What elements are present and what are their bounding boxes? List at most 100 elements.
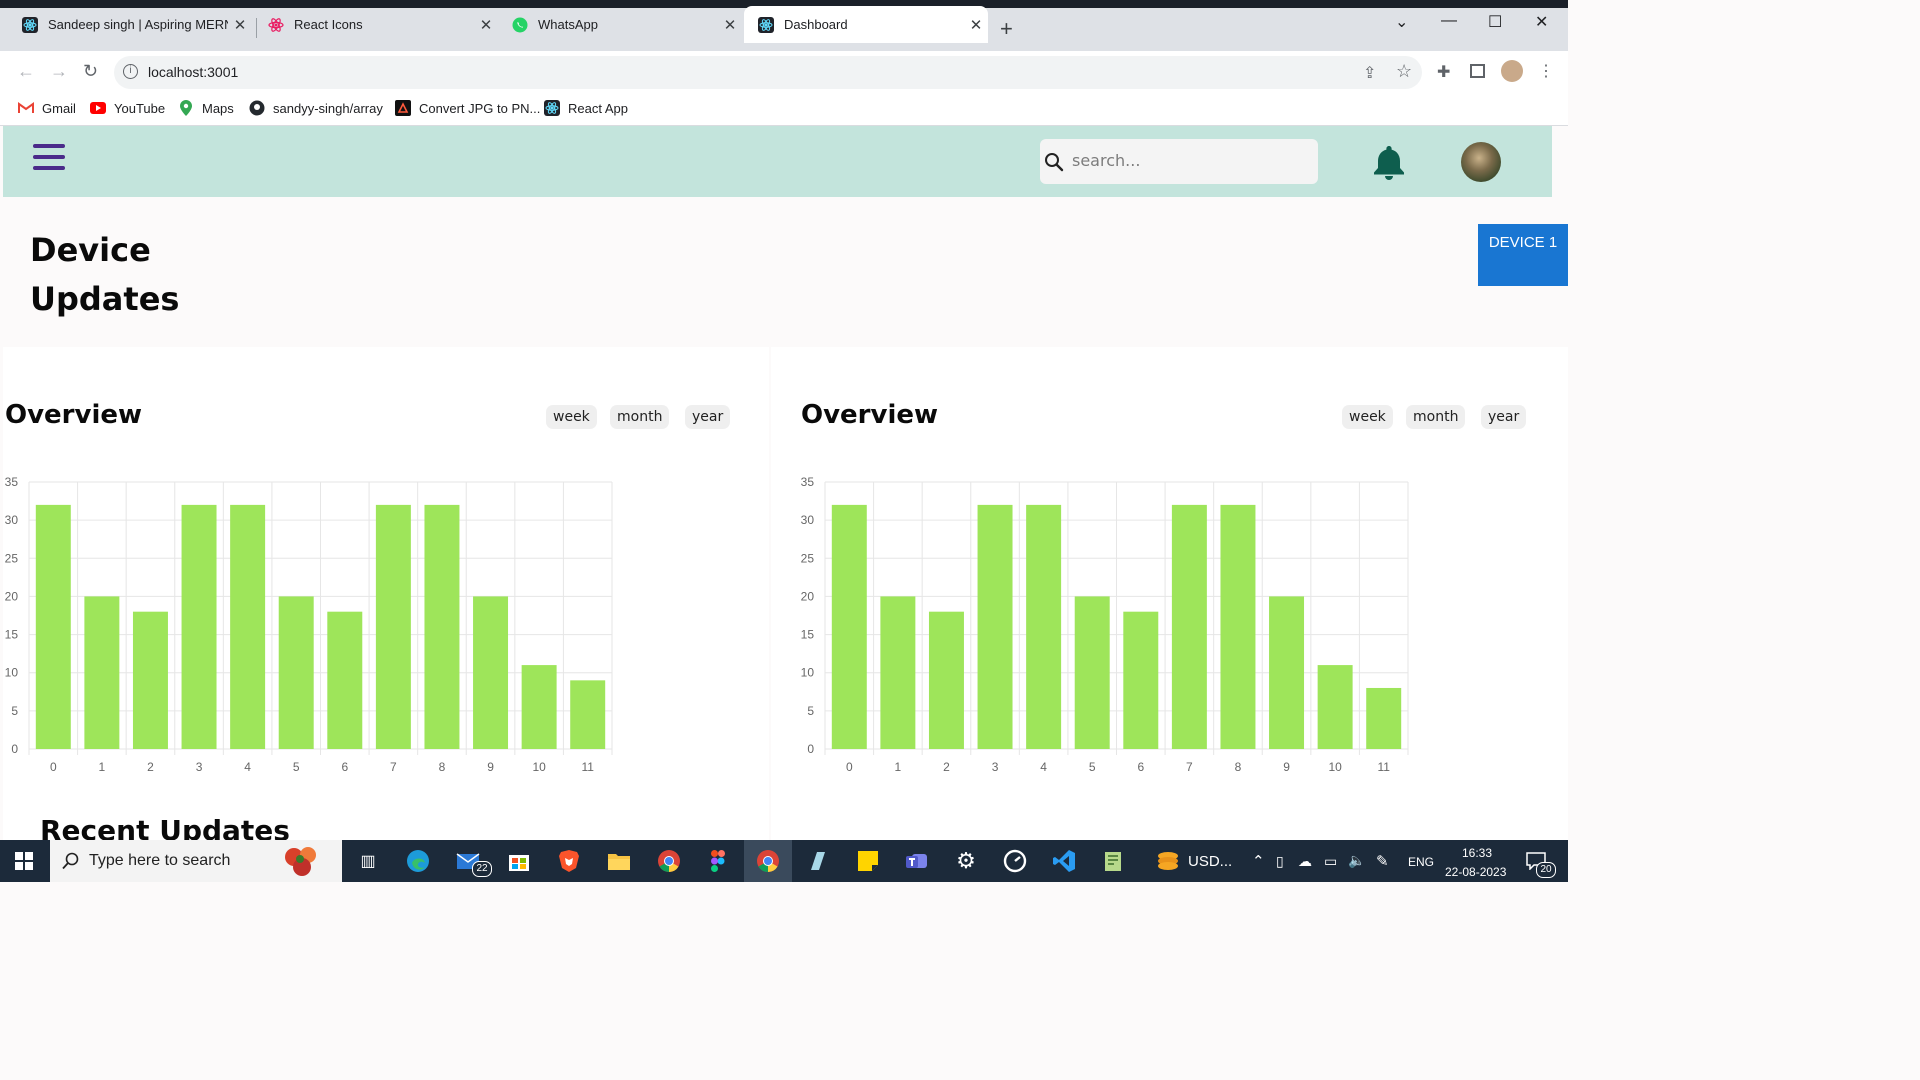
x-tick-label: 8 <box>1235 760 1242 774</box>
chrome-icon[interactable] <box>755 848 781 874</box>
vscode-icon[interactable] <box>1051 848 1077 874</box>
profile-avatar[interactable] <box>1501 60 1523 82</box>
bookmark-convert[interactable]: Convert JPG to PN... <box>395 100 540 116</box>
share-icon[interactable]: ⇪ <box>1363 63 1376 83</box>
bookmark-label: YouTube <box>114 100 166 116</box>
browser-menu-icon[interactable]: ⋮ <box>1538 61 1554 81</box>
x-tick-label: 7 <box>1186 760 1193 774</box>
chart-bar <box>1220 504 1256 749</box>
cursor-app-icon[interactable] <box>805 848 831 874</box>
bookmark-label: Convert JPG to PN... <box>419 100 541 116</box>
bookmark-react-app[interactable]: React App <box>544 100 628 116</box>
chart-bar <box>1026 504 1062 749</box>
bookmark-star-icon[interactable]: ☆ <box>1396 61 1412 82</box>
chart-bar <box>570 680 606 749</box>
task-view-icon[interactable]: ▥ <box>355 848 381 874</box>
brave-icon[interactable] <box>556 848 582 874</box>
reload-icon[interactable]: ↻ <box>83 61 98 82</box>
site-info-icon[interactable]: i <box>123 64 138 79</box>
onedrive-icon[interactable]: ☁ <box>1298 853 1312 870</box>
minimize-icon[interactable]: — <box>1441 12 1457 30</box>
overview-title: Overview <box>5 400 143 430</box>
x-tick-label: 5 <box>1089 760 1096 774</box>
tab-search-chevron-icon[interactable]: ⌄ <box>1395 12 1408 32</box>
tab-dashboard[interactable]: Dashboard ✕ <box>744 6 988 43</box>
url-text[interactable]: localhost:3001 <box>148 64 238 80</box>
chart-bar <box>1074 596 1110 749</box>
y-tick-label: 35 <box>5 475 19 489</box>
chart-bar <box>132 611 168 749</box>
window-close-icon[interactable]: ✕ <box>1535 12 1548 32</box>
back-icon[interactable]: ← <box>17 61 35 82</box>
phone-link-icon[interactable]: ▯ <box>1276 853 1284 870</box>
youtube-icon <box>90 100 106 116</box>
pen-icon[interactable]: ✎ <box>1376 852 1389 870</box>
filter-month-button[interactable]: month <box>1406 405 1466 429</box>
forward-icon[interactable]: → <box>50 61 68 82</box>
store-icon[interactable] <box>506 848 532 874</box>
chart-bar <box>473 596 509 749</box>
x-tick-label: 4 <box>244 760 251 774</box>
clock-date[interactable]: 22-08-2023 <box>1445 865 1506 879</box>
chart-bar <box>1171 504 1207 749</box>
y-tick-label: 35 <box>801 475 815 489</box>
close-icon[interactable]: ✕ <box>228 16 252 34</box>
y-tick-label: 30 <box>5 513 19 527</box>
clock-app-icon[interactable] <box>1002 848 1028 874</box>
tab-whatsapp[interactable]: WhatsApp ✕ <box>498 6 742 43</box>
overview-bar-chart-right: 0 5 10 15 20 25 30 35 0 1 2 3 4 5 6 7 8 9 10 11 <box>801 475 1409 774</box>
notepad-plus-icon[interactable] <box>1100 848 1126 874</box>
show-hidden-icons-icon[interactable]: ⌃ <box>1252 852 1265 870</box>
y-tick-label: 30 <box>801 513 815 527</box>
y-tick-label: 10 <box>801 666 815 680</box>
battery-icon[interactable]: ▭ <box>1324 853 1337 870</box>
x-tick-label: 3 <box>196 760 203 774</box>
teams-icon[interactable] <box>904 848 930 874</box>
chart-bar <box>1317 665 1353 749</box>
bookmark-maps[interactable]: Maps <box>178 100 234 116</box>
chart-bar <box>831 504 867 749</box>
github-icon <box>249 100 265 116</box>
filter-month-button[interactable]: month <box>610 405 670 429</box>
sticky-notes-icon[interactable] <box>855 848 881 874</box>
hamburger-menu-icon[interactable] <box>33 143 65 176</box>
maps-icon <box>178 100 194 116</box>
maximize-icon[interactable]: ☐ <box>1488 12 1502 32</box>
filter-year-button[interactable]: year <box>1481 405 1527 429</box>
tab-react-icons[interactable]: React Icons ✕ <box>254 6 498 43</box>
tab-sandeep[interactable]: Sandeep singh | Aspiring MERN S ✕ <box>8 6 252 43</box>
x-tick-label: 11 <box>1377 760 1390 774</box>
currency-widget-icon[interactable] <box>1155 848 1181 879</box>
settings-gear-icon[interactable]: ⚙ <box>953 848 979 874</box>
bell-icon[interactable] <box>1370 143 1408 186</box>
side-panel-icon[interactable] <box>1470 64 1485 78</box>
bookmark-github[interactable]: sandyy-singh/array <box>249 100 383 116</box>
tab-title: Dashboard <box>784 17 848 32</box>
extensions-icon[interactable]: ✚ <box>1437 62 1450 82</box>
y-tick-label: 20 <box>801 589 815 603</box>
filter-week-button[interactable]: week <box>1342 405 1393 429</box>
windows-start-icon[interactable] <box>15 852 33 875</box>
close-icon[interactable]: ✕ <box>718 16 742 34</box>
device-select-button[interactable]: DEVICE 1 <box>1478 224 1568 286</box>
overview-title: Overview <box>801 400 939 430</box>
language-indicator[interactable]: ENG <box>1408 855 1434 869</box>
address-bar[interactable] <box>114 56 1422 89</box>
close-icon[interactable]: ✕ <box>964 16 988 34</box>
filter-week-button[interactable]: week <box>546 405 597 429</box>
bookmark-youtube[interactable]: YouTube <box>90 100 165 116</box>
react-icon <box>758 16 774 33</box>
new-tab-icon[interactable]: + <box>1000 16 1013 42</box>
clock-time[interactable]: 16:33 <box>1462 846 1492 860</box>
filter-year-button[interactable]: year <box>685 405 731 429</box>
x-tick-label: 2 <box>147 760 154 774</box>
x-tick-label: 0 <box>846 760 853 774</box>
user-avatar[interactable] <box>1461 142 1501 182</box>
chrome-icon[interactable] <box>656 848 682 874</box>
bookmark-gmail[interactable]: Gmail <box>18 100 76 116</box>
close-icon[interactable]: ✕ <box>474 16 498 34</box>
file-explorer-icon[interactable] <box>606 848 632 874</box>
volume-icon[interactable]: 🔈 <box>1348 852 1365 869</box>
edge-icon[interactable] <box>405 848 431 874</box>
figma-icon[interactable] <box>705 848 731 874</box>
